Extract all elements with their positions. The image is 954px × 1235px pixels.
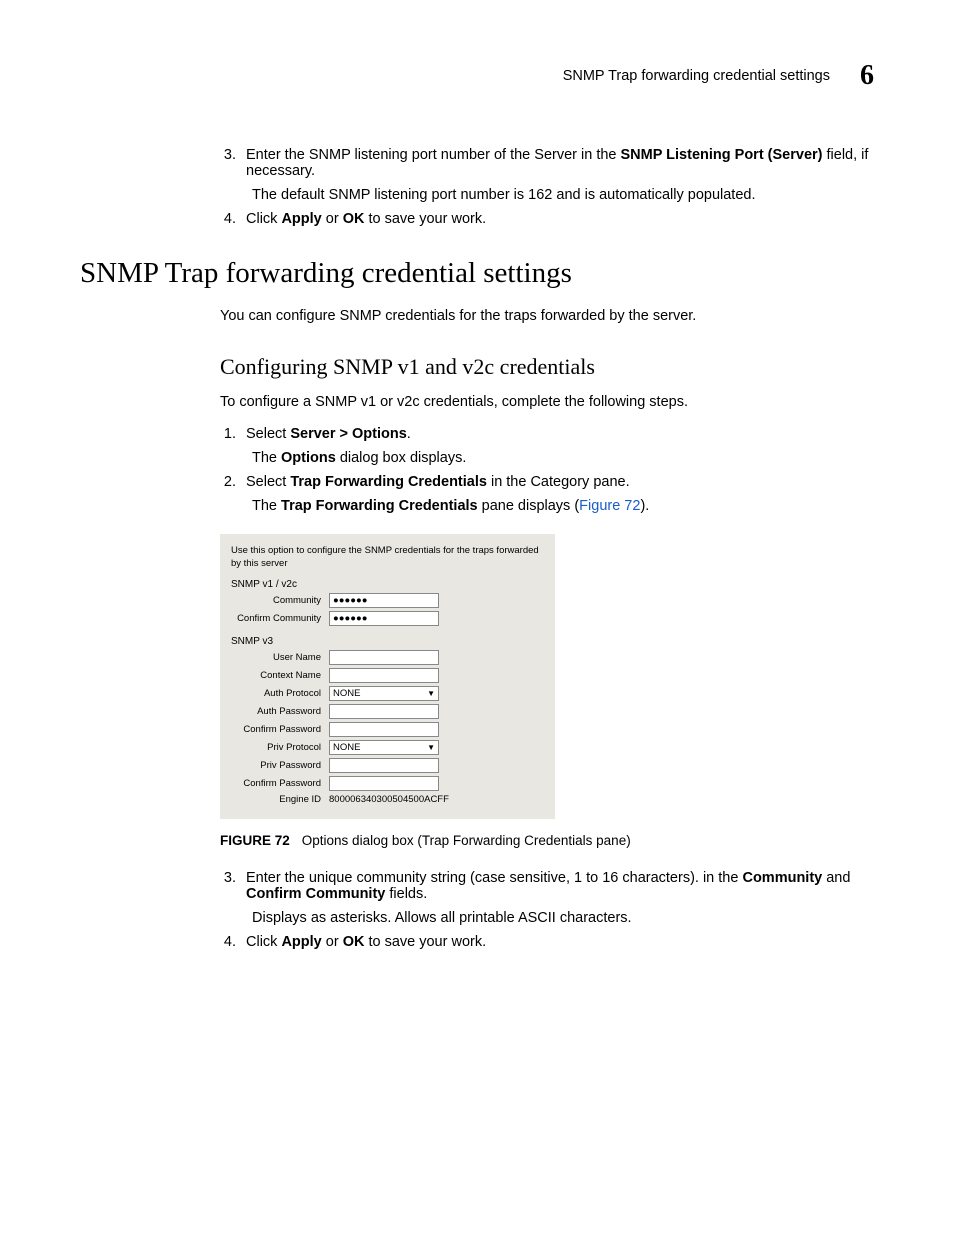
after-step-4: Click Apply or OK to save your work. [240,934,874,950]
text: fields. [385,886,427,902]
row-confprivpass: Confirm Password [231,776,544,791]
text: The [252,450,281,466]
bold: Server > Options [290,426,406,442]
chevron-down-icon: ▼ [427,689,435,698]
heading-1: SNMP Trap forwarding credential settings [80,257,874,290]
substep: The Trap Forwarding Credentials pane dis… [252,498,874,514]
figure-caption: FIGURE 72 Options dialog box (Trap Forwar… [220,833,874,848]
text: Select [246,426,290,442]
text: to save your work. [364,934,486,950]
row-username: User Name [231,650,544,665]
figure-text: Options dialog box (Trap Forwarding Cred… [302,833,631,848]
label-community: Community [231,595,329,606]
paragraph: You can configure SNMP credentials for t… [220,308,874,324]
input-confauthpass[interactable] [329,722,439,737]
intro-steps-list: Enter the SNMP listening port number of … [220,147,874,227]
text: pane displays ( [478,498,580,514]
dialog-description: Use this option to configure the SNMP cr… [231,545,544,571]
text: or [322,934,343,950]
text: Select [246,474,290,490]
intro-step-4: Click Apply or OK to save your work. [240,211,874,227]
bold: Community [742,870,822,886]
label-username: User Name [231,652,329,663]
row-confirm-community: Confirm Community ●●●●●● [231,611,544,626]
bold: Trap Forwarding Credentials [290,474,487,490]
bold: Apply [281,934,321,950]
bold: Trap Forwarding Credentials [281,498,478,514]
bold: Apply [281,211,321,227]
section-body: You can configure SNMP credentials for t… [220,308,874,950]
row-engineid: Engine ID 800006340300504500ACFF [231,794,544,805]
input-confirm-community[interactable]: ●●●●●● [329,611,439,626]
running-head: SNMP Trap forwarding credential settings… [80,60,874,92]
label-privpass: Priv Password [231,760,329,771]
dropdown-value: NONE [333,688,360,699]
row-contextname: Context Name [231,668,544,683]
after-steps-list: Enter the unique community string (case … [220,870,874,950]
label-confprivpass: Confirm Password [231,778,329,789]
figure-label: FIGURE 72 [220,833,290,848]
dropdown-authproto[interactable]: NONE ▼ [329,686,439,701]
bold: Options [281,450,336,466]
bold: OK [343,211,365,227]
text: Click [246,934,281,950]
text: or [322,211,343,227]
chapter-number: 6 [860,60,874,92]
dialog-pane: Use this option to configure the SNMP cr… [220,534,555,819]
dialog-section-v3: SNMP v3 [231,636,544,647]
text: ). [640,498,649,514]
label-engineid: Engine ID [231,794,329,805]
text: . [407,426,411,442]
paragraph: To configure a SNMP v1 or v2c credential… [220,394,874,410]
dropdown-privproto[interactable]: NONE ▼ [329,740,439,755]
config-step-2: Select Trap Forwarding Credentials in th… [240,474,874,514]
text: in the Category pane. [487,474,630,490]
after-step-3: Enter the unique community string (case … [240,870,874,926]
bold: SNMP Listening Port (Server) [621,147,823,163]
row-privpass: Priv Password [231,758,544,773]
text: Enter the unique community string (case … [246,870,742,886]
page: SNMP Trap forwarding credential settings… [0,0,954,1235]
text: Click [246,211,281,227]
figure-link[interactable]: Figure 72 [579,498,640,514]
bold: Confirm Community [246,886,385,902]
dialog-section-v1v2c: SNMP v1 / v2c [231,579,544,590]
config-steps-list: Select Server > Options. The Options dia… [220,426,874,514]
text: The [252,498,281,514]
label-authpass: Auth Password [231,706,329,717]
input-username[interactable] [329,650,439,665]
label-confauthpass: Confirm Password [231,724,329,735]
chevron-down-icon: ▼ [427,743,435,752]
bold: OK [343,934,365,950]
label-privproto: Priv Protocol [231,742,329,753]
input-privpass[interactable] [329,758,439,773]
row-authproto: Auth Protocol NONE ▼ [231,686,544,701]
running-title: SNMP Trap forwarding credential settings [563,68,830,84]
text: to save your work. [364,211,486,227]
heading-2: Configuring SNMP v1 and v2c credentials [220,354,874,380]
row-community: Community ●●●●●● [231,593,544,608]
substep: The default SNMP listening port number i… [252,187,874,203]
row-confauthpass: Confirm Password [231,722,544,737]
dropdown-value: NONE [333,742,360,753]
row-privproto: Priv Protocol NONE ▼ [231,740,544,755]
input-confprivpass[interactable] [329,776,439,791]
text: and [822,870,850,886]
input-community[interactable]: ●●●●●● [329,593,439,608]
intro-steps-block: Enter the SNMP listening port number of … [220,147,874,227]
input-authpass[interactable] [329,704,439,719]
label-confirm-community: Confirm Community [231,613,329,624]
value-engineid: 800006340300504500ACFF [329,794,449,805]
input-contextname[interactable] [329,668,439,683]
label-authproto: Auth Protocol [231,688,329,699]
label-contextname: Context Name [231,670,329,681]
intro-step-3: Enter the SNMP listening port number of … [240,147,874,203]
row-authpass: Auth Password [231,704,544,719]
text: dialog box displays. [336,450,467,466]
text: Enter the SNMP listening port number of … [246,147,621,163]
config-step-1: Select Server > Options. The Options dia… [240,426,874,466]
substep: Displays as asterisks. Allows all printa… [252,910,874,926]
substep: The Options dialog box displays. [252,450,874,466]
